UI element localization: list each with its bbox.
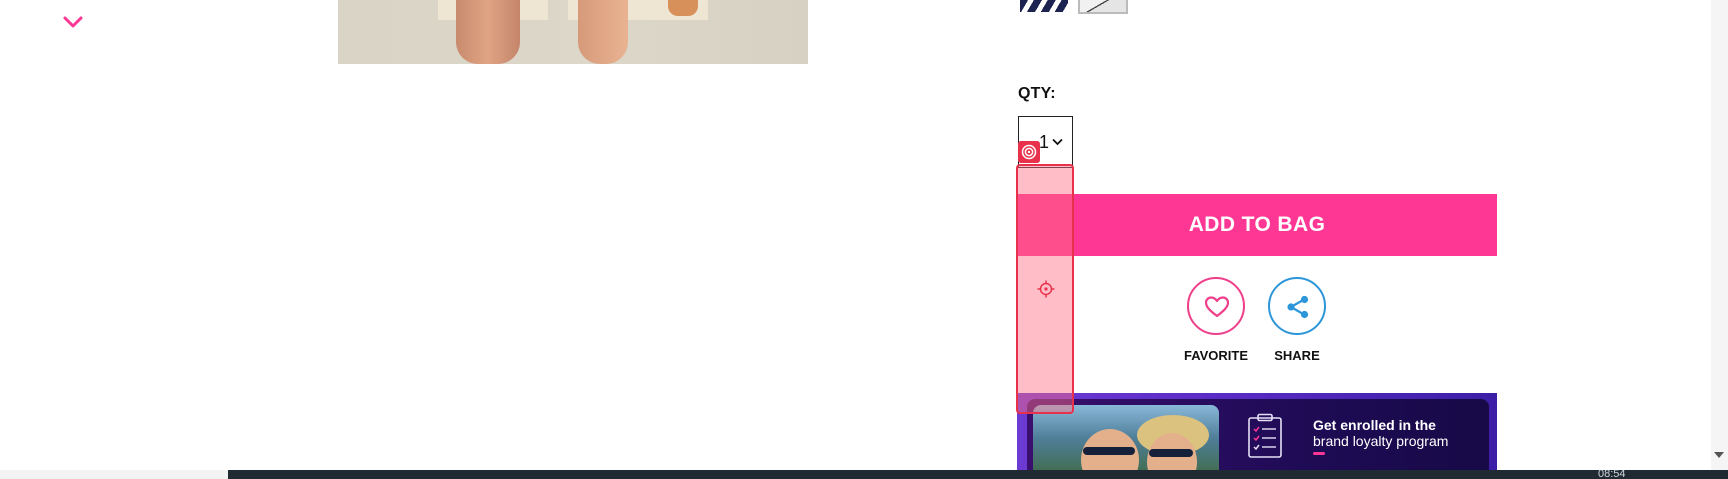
- taskbar: [0, 470, 1728, 479]
- qty-label: QTY:: [1018, 85, 1056, 102]
- favorite-button[interactable]: [1187, 277, 1245, 335]
- page-scrollbar[interactable]: [1711, 0, 1728, 470]
- taskbar-start-area[interactable]: [0, 470, 228, 479]
- banner-photo: [1033, 405, 1219, 479]
- share-label: SHARE: [1274, 348, 1320, 363]
- share-icon: [1287, 295, 1309, 319]
- crosshair-icon: [1037, 280, 1055, 298]
- banner-title: Get enrolled in the: [1313, 417, 1436, 433]
- product-image: [338, 0, 808, 64]
- target-icon: [1018, 141, 1040, 163]
- favorite-label: FAVORITE: [1183, 348, 1249, 363]
- qty-value: 1: [1039, 132, 1050, 152]
- chevron-down-icon: [1052, 138, 1063, 146]
- banner-accent-dash: [1313, 452, 1325, 455]
- chevron-down-icon[interactable]: [62, 14, 84, 30]
- share-button[interactable]: [1268, 277, 1326, 335]
- scroll-down-arrow-icon[interactable]: [1714, 451, 1724, 459]
- banner-subtitle: brand loyalty program: [1313, 433, 1449, 449]
- loyalty-program-banner[interactable]: Get enrolled in the brand loyalty progra…: [1017, 393, 1497, 479]
- color-swatch-navy-stripe[interactable]: [1020, 0, 1068, 12]
- add-to-bag-button[interactable]: ADD TO BAG: [1017, 194, 1497, 256]
- heart-icon: [1204, 296, 1230, 318]
- taskbar-clock: 08:54: [1598, 470, 1626, 479]
- clipboard-checklist-icon: [1248, 413, 1282, 458]
- color-swatch-white[interactable]: [1078, 0, 1128, 14]
